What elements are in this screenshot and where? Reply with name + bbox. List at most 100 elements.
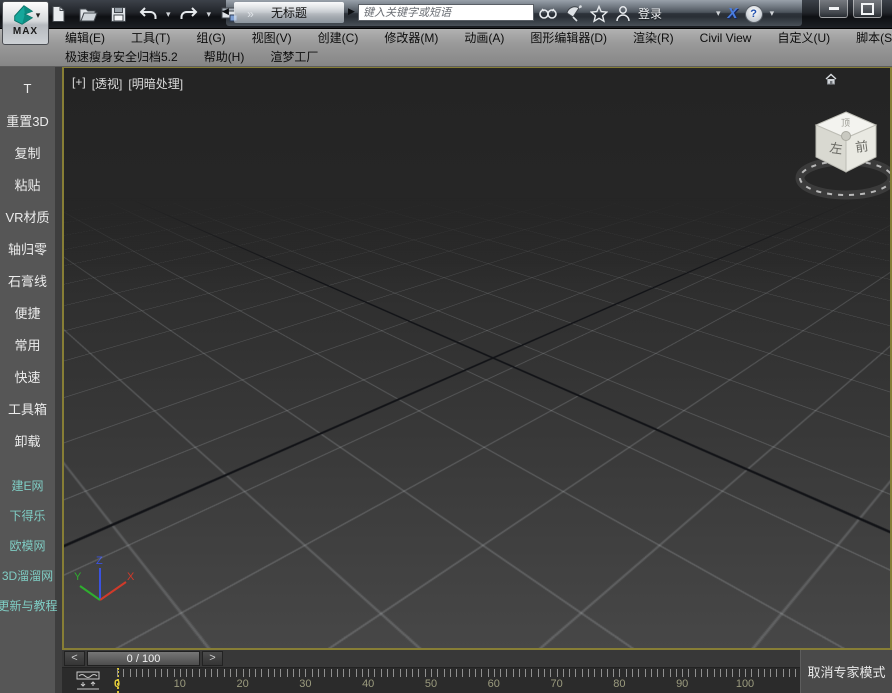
login-dropdown-icon[interactable]: ▾ — [716, 9, 721, 18]
minimize-button[interactable] — [819, 0, 848, 18]
search-icon[interactable] — [538, 6, 558, 22]
ruler-tick — [795, 669, 797, 677]
ruler-tick — [317, 669, 319, 677]
help-icon[interactable]: ? — [744, 4, 763, 23]
viewport-pov-menu[interactable]: [透视] — [92, 75, 123, 92]
ruler-frame-label: 0 — [113, 678, 121, 690]
menu-item[interactable]: 自定义(U) — [764, 29, 843, 46]
next-frame-button[interactable]: > — [202, 651, 223, 666]
sidebar-link-item[interactable]: 3D溜溜网 — [0, 560, 55, 590]
sidebar-item[interactable]: 石膏线 — [0, 264, 55, 296]
ruler-tick — [500, 669, 502, 677]
menu-item[interactable]: 组(G) — [183, 29, 238, 46]
undo-dropdown-icon[interactable]: ▾ — [166, 9, 171, 19]
application-menu-button[interactable]: ▾ MAX — [2, 1, 49, 45]
ruler-tick — [418, 669, 420, 677]
ruler-tick — [575, 669, 577, 677]
maximize-button[interactable] — [853, 0, 882, 18]
track-bar[interactable]: 0 10 20 30 40 50 60 70 80 90 100 — [62, 668, 800, 693]
ruler-tick — [443, 669, 445, 677]
ruler-tick — [424, 669, 426, 677]
ruler-tick — [349, 669, 351, 677]
sidebar-item[interactable]: T — [0, 72, 55, 104]
sidebar-item[interactable]: 工具箱 — [0, 392, 55, 424]
favorites-star-icon[interactable] — [590, 4, 608, 23]
sidebar-item[interactable]: VR材质 — [0, 200, 55, 232]
sidebar-link-item[interactable]: 欧模网 — [0, 530, 55, 560]
sidebar-item[interactable]: 常用 — [0, 328, 55, 360]
sidebar-link-item[interactable]: 建E网 — [0, 470, 55, 500]
cancel-expert-mode-button[interactable]: 取消专家模式 — [807, 662, 885, 681]
ruler-tick — [274, 669, 275, 677]
search-input[interactable] — [358, 4, 534, 21]
sidebar-item[interactable]: 便捷 — [0, 296, 55, 328]
sidebar-item[interactable]: 轴归零 — [0, 232, 55, 264]
mini-curve-editor-button[interactable] — [66, 669, 110, 692]
track-bar-ruler[interactable]: 0 10 20 30 40 50 60 70 80 90 100 — [110, 668, 800, 693]
redo-icon[interactable] — [177, 3, 201, 25]
previous-frame-button[interactable]: < — [64, 651, 85, 666]
menu-item[interactable]: 脚本(S) — [843, 29, 892, 46]
viewcube-top-face-label: 顶 — [841, 118, 850, 128]
menu-item[interactable]: 极速瘦身安全归档5.2 — [52, 48, 191, 65]
save-icon[interactable] — [106, 3, 130, 25]
horizon-fade — [64, 68, 890, 283]
ruler-tick — [763, 669, 765, 677]
ruler-tick — [474, 669, 476, 677]
menu-item[interactable]: 编辑(E) — [52, 29, 118, 46]
menu-item[interactable]: 渲梦工厂 — [257, 48, 331, 65]
ruler-tick — [217, 669, 219, 677]
menu-item[interactable]: 图形编辑器(D) — [517, 29, 620, 46]
ruler-tick — [431, 669, 432, 677]
menu-item[interactable]: 修改器(M) — [371, 29, 451, 46]
menu-item[interactable]: 工具(T) — [118, 29, 183, 46]
menu-item[interactable]: 视图(V) — [239, 29, 305, 46]
menu-item[interactable]: 帮助(H) — [191, 48, 258, 65]
ruler-frame-label: 40 — [362, 678, 375, 690]
doc-history-back-icon[interactable]: ◀ — [222, 6, 229, 17]
app-logo-label: MAX — [12, 26, 39, 37]
ruler-tick — [638, 669, 640, 677]
sidebar-link-item[interactable]: 下得乐 — [0, 500, 55, 530]
doc-history-forward-icon[interactable]: ▶ — [348, 6, 355, 17]
sidebar-item[interactable]: 卸载 — [0, 424, 55, 456]
world-axis-tripod: Z X Y — [74, 555, 135, 601]
sidebar-item[interactable]: 重置3D — [0, 104, 55, 136]
communication-center-icon[interactable] — [565, 5, 583, 22]
ruler-tick — [142, 669, 144, 677]
sidebar-item[interactable]: 粘贴 — [0, 168, 55, 200]
ruler-tick — [192, 669, 194, 677]
redo-dropdown-icon[interactable]: ▾ — [207, 9, 212, 19]
ruler-frame-label: 70 — [550, 678, 563, 690]
menu-item[interactable]: 动画(A) — [451, 29, 517, 46]
help-dropdown-icon[interactable]: ▾ — [770, 9, 775, 18]
time-slider-handle[interactable]: 0 / 100 — [87, 651, 200, 666]
login-button[interactable]: 登录 — [638, 5, 662, 22]
expert-mode-panel: 取消专家模式 — [800, 650, 892, 693]
time-slider-track[interactable]: < 0 / 100 > — [62, 650, 800, 668]
open-file-icon[interactable] — [76, 3, 100, 25]
viewcube-home-icon[interactable] — [824, 72, 838, 86]
ruler-tick — [606, 669, 608, 677]
viewport-shading-menu[interactable]: [明暗处理] — [128, 75, 183, 92]
viewcube[interactable]: 左 前 顶 — [786, 92, 892, 210]
menu-item[interactable]: 创建(C) — [305, 29, 372, 46]
sidebar-link-item[interactable]: 更新与教程 — [0, 590, 58, 620]
ruler-tick — [324, 669, 326, 677]
menu-item[interactable]: 渲染(R) — [620, 29, 687, 46]
ruler-tick — [330, 669, 332, 677]
ruler-tick — [782, 669, 784, 677]
exchange-apps-icon[interactable]: X — [728, 5, 738, 22]
ruler-tick — [688, 669, 690, 677]
ruler-tick — [148, 669, 150, 677]
user-icon[interactable] — [615, 5, 631, 22]
sidebar-item[interactable]: 复制 — [0, 136, 55, 168]
menu-item[interactable]: Civil View — [687, 31, 765, 45]
ruler-tick — [493, 669, 495, 677]
sidebar-item[interactable]: 快速 — [0, 360, 55, 392]
perspective-viewport[interactable]: [+] [透视] [明暗处理] 左 前 顶 Z X Y — [62, 66, 892, 650]
viewport-general-menu[interactable]: [+] — [72, 75, 86, 92]
undo-icon[interactable] — [136, 3, 160, 25]
ruler-tick — [198, 669, 200, 677]
new-scene-icon[interactable] — [46, 3, 70, 25]
